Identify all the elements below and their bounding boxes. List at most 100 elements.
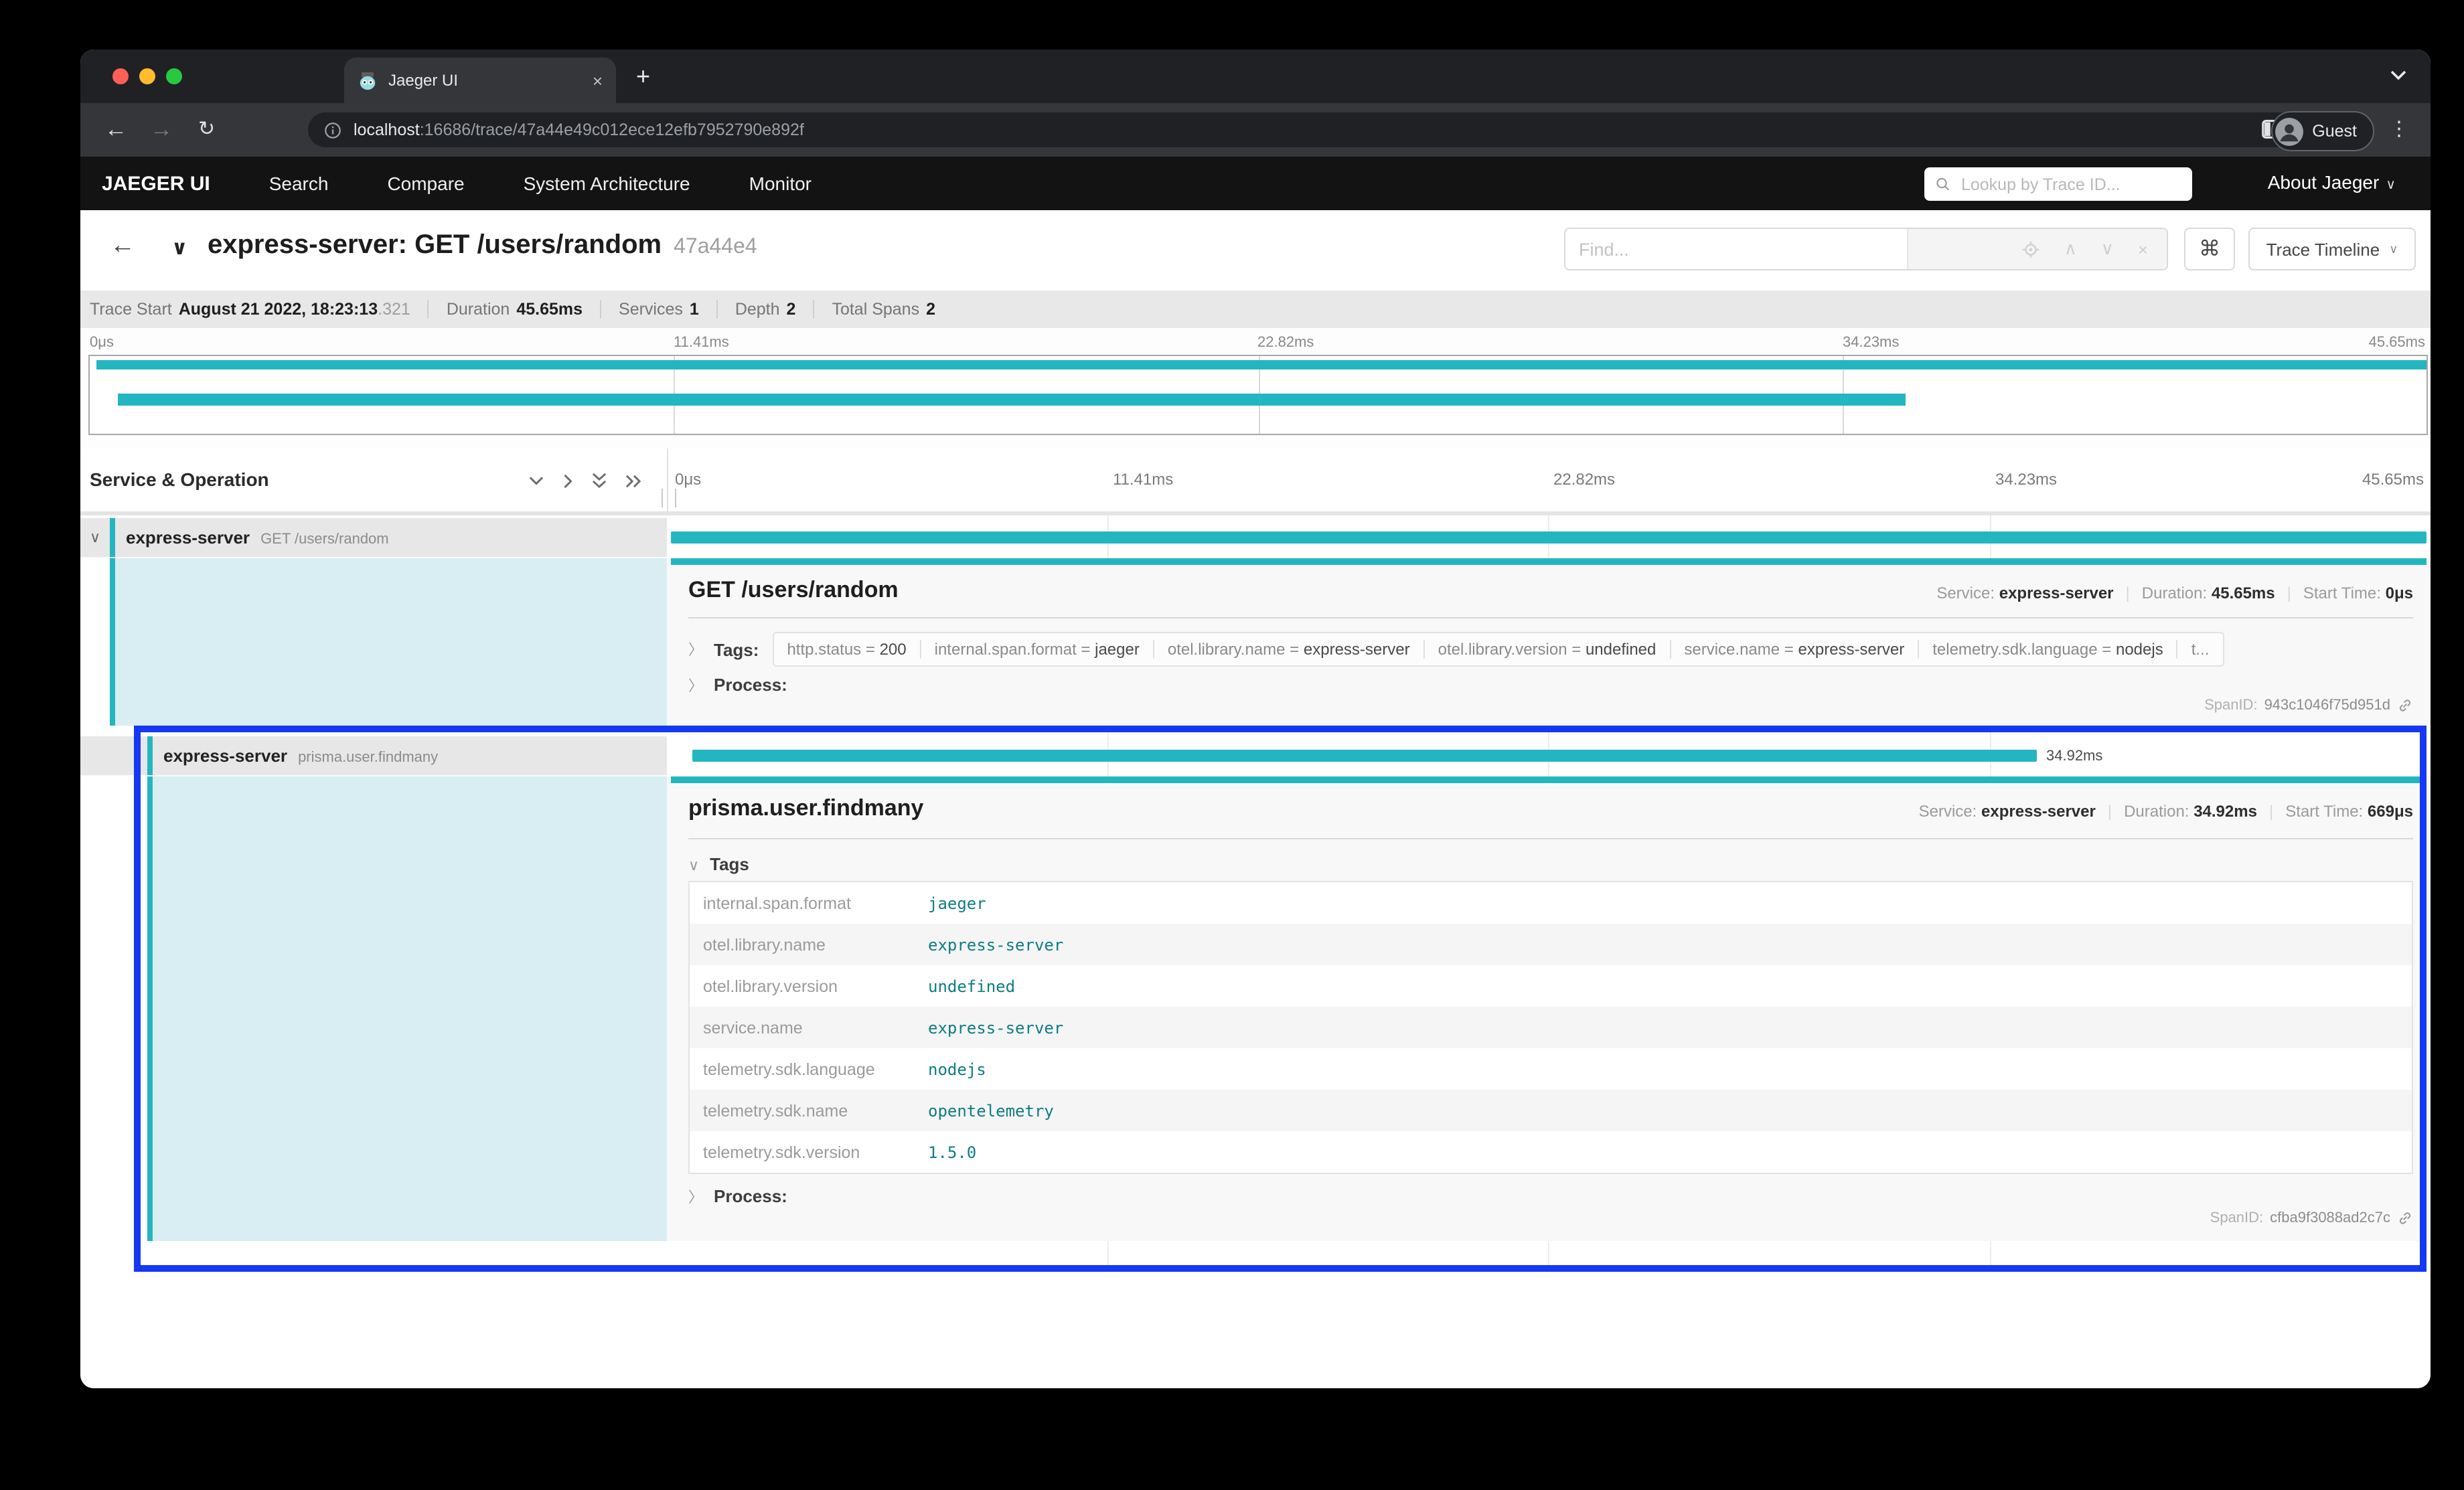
tag-pill: otel.library.name = express-server (1153, 640, 1423, 659)
expand-all-icon[interactable] (625, 473, 641, 488)
tag-pill: telemetry.sdk.language = nodejs (1918, 640, 2177, 659)
nav-item-monitor[interactable]: Monitor (749, 173, 812, 194)
tags-summary-row[interactable]: 〉Tags: http.status = 200 internal.span.f… (688, 632, 2224, 667)
chevron-down-icon: ∨ (2386, 178, 2396, 193)
span-row-root-name-col[interactable]: ∨ express-serverGET /users/random (80, 518, 667, 558)
span-detail-stats: Service: express-server|Duration: 45.65m… (1936, 584, 2413, 602)
reload-button[interactable]: ↻ (198, 114, 215, 146)
back-button[interactable]: ← (104, 114, 127, 146)
minimap-tick: 34.23ms (1843, 335, 1899, 351)
span-id-row: SpanID:cfba9f3088ad2c7c (2210, 1210, 2413, 1226)
keyboard-shortcuts-button[interactable]: ⌘ (2184, 228, 2235, 270)
depth-label: Depth (735, 300, 780, 319)
url-bar[interactable]: localhost:16686/trace/47a44e49c012ece12e… (308, 112, 2303, 147)
collapse-all-icon[interactable] (592, 473, 607, 489)
tag-pill: internal.span.format = jaeger (920, 640, 1153, 659)
find-group: ∧ ∨ × (1564, 228, 2168, 270)
minimap-tick: 45.65ms (2369, 335, 2425, 351)
about-jaeger-menu[interactable]: About Jaeger∨ (2268, 171, 2396, 193)
new-tab-button[interactable]: + (636, 62, 650, 91)
tab-title: Jaeger UI (388, 71, 593, 90)
collapse-one-icon[interactable] (529, 475, 544, 486)
close-window-button[interactable] (112, 68, 129, 84)
tag-row: internal.span.formatjaeger (690, 882, 2412, 924)
span-bar-child[interactable] (692, 750, 2037, 762)
span-detail-title: prisma.user.findmany (688, 795, 923, 822)
minimap-tick: 0μs (90, 335, 114, 351)
span-operation-name: GET /users/random (260, 531, 389, 548)
collapse-children-chevron-icon[interactable]: ∨ (90, 529, 100, 546)
jaeger-brand[interactable]: JAEGER UI (102, 172, 210, 195)
span-row-child-name-col[interactable]: express-serverprisma.user.findmany (80, 736, 667, 776)
chevron-right-icon: 〉 (688, 1190, 703, 1206)
column-resizer-grip[interactable] (662, 489, 676, 507)
total-spans-value: 2 (926, 300, 935, 319)
tag-pill-overflow: t... (2177, 640, 2223, 659)
service-operation-header: Service & Operation (90, 469, 269, 490)
span-detail-anchor-bar (671, 776, 2427, 783)
trace-view-selector[interactable]: Trace Timeline∨ (2248, 228, 2416, 270)
span-detail-anchor-bar (671, 558, 2427, 565)
chevron-down-icon: ∨ (2389, 242, 2398, 256)
nav-item-compare[interactable]: Compare (387, 173, 464, 194)
nav-item-search[interactable]: Search (269, 173, 329, 194)
span-row-root[interactable]: ∨ express-serverGET /users/random (80, 518, 2431, 558)
zoom-window-button[interactable] (166, 68, 182, 84)
find-input[interactable] (1565, 229, 1907, 269)
jaeger-favicon (358, 70, 378, 90)
tab-close-icon[interactable]: × (593, 70, 603, 90)
minimize-window-button[interactable] (139, 68, 155, 84)
service-accent-bar (110, 518, 115, 557)
tag-pill: http.status = 200 (773, 640, 919, 659)
collapse-trace-chevron-icon[interactable]: ∨ (171, 236, 187, 260)
url-text: localhost:16686/trace/47a44e49c012ece12e… (354, 120, 804, 139)
site-info-icon[interactable] (324, 121, 341, 139)
total-spans-label: Total Spans (832, 300, 919, 319)
trace-start-label: Trace Start (90, 300, 172, 319)
tag-row: telemetry.sdk.nameopentelemetry (690, 1090, 2412, 1131)
browser-toolbar: ← → ↻ localhost:16686/trace/47a44e49c012… (80, 103, 2431, 157)
minimap-tick: 11.41ms (674, 335, 729, 351)
trace-id-lookup-input[interactable] (1958, 173, 2181, 195)
span-service-name: express-serverprisma.user.findmany (163, 746, 438, 766)
minimap-tick: 22.82ms (1257, 335, 1314, 351)
trace-id-short: 47a44e4 (674, 236, 757, 258)
tag-row: telemetry.sdk.languagenodejs (690, 1048, 2412, 1090)
tags-section-toggle[interactable]: ∨Tags (688, 854, 749, 874)
span-row-child[interactable]: express-serverprisma.user.findmany 34.92… (80, 736, 2431, 776)
minimap-span-bar-child (118, 394, 1906, 406)
back-to-search-icon[interactable]: ← (110, 232, 135, 261)
minimap-canvas[interactable] (88, 355, 2428, 435)
chevron-right-icon: 〉 (688, 639, 703, 660)
trace-start-frac: .321 (378, 300, 410, 319)
trace-id-lookup[interactable] (1924, 167, 2192, 201)
tag-pills: http.status = 200 internal.span.format =… (772, 632, 2224, 667)
timeline-header: Service & Operation 0μs 11.41ms 22.82ms … (80, 448, 2431, 515)
browser-menu-icon[interactable]: ⋮ (2389, 114, 2409, 146)
span-service-name: express-serverGET /users/random (126, 527, 389, 548)
find-prev-icon[interactable]: ∧ (2064, 238, 2077, 260)
copy-link-icon[interactable] (2397, 697, 2413, 714)
timeline-tick: 11.41ms (1113, 470, 1173, 489)
span-bar-root[interactable] (671, 531, 2427, 544)
find-next-icon[interactable]: ∨ (2101, 238, 2114, 260)
expand-one-icon[interactable] (562, 473, 573, 488)
span-id-row: SpanID:943c1046f75d951d (2204, 697, 2413, 714)
depth-value: 2 (787, 300, 796, 319)
copy-link-icon[interactable] (2397, 1210, 2413, 1226)
process-summary-row[interactable]: 〉Process: (688, 675, 787, 696)
span-detail-root-left-col (115, 558, 667, 726)
tag-row: telemetry.sdk.version1.5.0 (690, 1131, 2412, 1173)
profile-chip[interactable]: Guest (2270, 111, 2374, 151)
forward-button[interactable]: → (150, 114, 173, 146)
nav-item-system-architecture[interactable]: System Architecture (524, 173, 690, 194)
locate-span-icon[interactable] (2023, 240, 2040, 258)
span-operation-name: prisma.user.findmany (298, 750, 438, 766)
find-clear-icon[interactable]: × (2138, 239, 2148, 259)
jaeger-navbar: JAEGER UI Search Compare System Architec… (80, 157, 2431, 210)
process-summary-row[interactable]: 〉Process: (688, 1186, 787, 1208)
tab-search-chevron-icon[interactable] (2390, 66, 2406, 84)
trace-minimap[interactable]: 0μs 11.41ms 22.82ms 34.23ms 45.65ms (80, 328, 2431, 448)
browser-tab[interactable]: Jaeger UI × (344, 58, 616, 103)
span-id-value: 943c1046f75d951d (2264, 697, 2390, 714)
